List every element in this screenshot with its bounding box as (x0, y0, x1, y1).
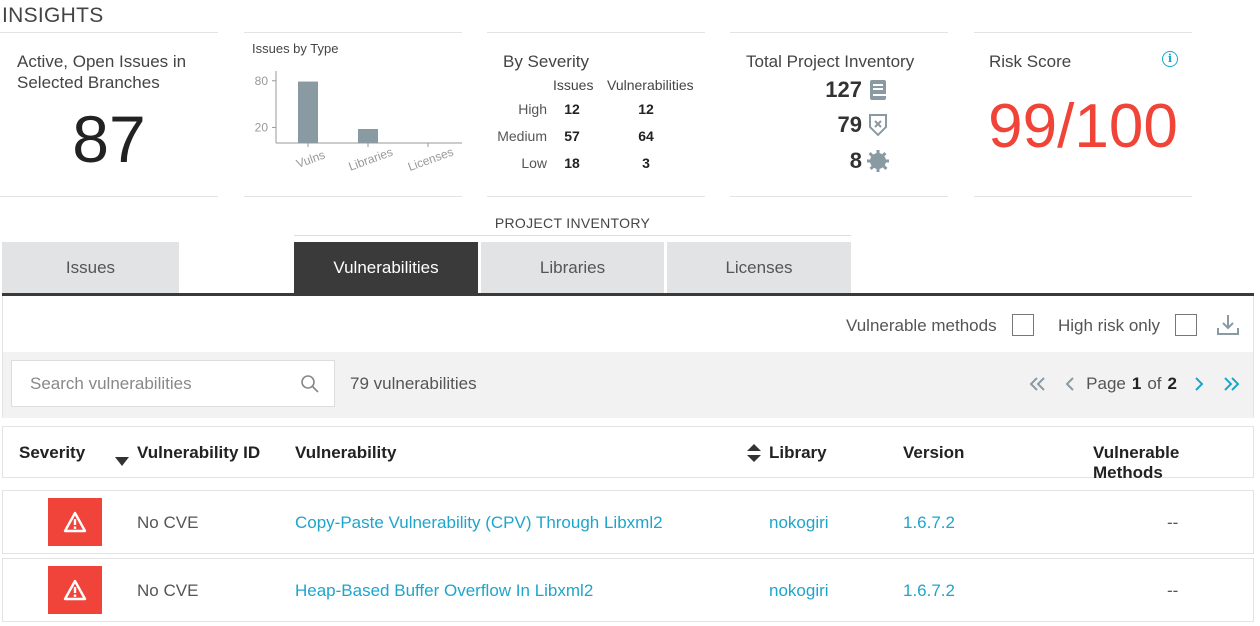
y-tick-label: 80 (255, 74, 269, 88)
high-severity-badge (48, 498, 102, 546)
chart-title: Issues by Type (252, 41, 339, 56)
bar-vulns[interactable] (298, 81, 318, 143)
inventory-title: Total Project Inventory (746, 52, 915, 71)
download-icon[interactable] (1215, 312, 1241, 338)
vulnerability-link[interactable]: Heap-Based Buffer Overflow In Libxml2 (295, 581, 593, 601)
vulnerability-id: No CVE (137, 513, 199, 532)
version-link[interactable]: 1.6.7.2 (903, 513, 955, 533)
warning-icon (63, 579, 87, 601)
severity-medium-issues: 57 (564, 128, 580, 144)
library-link[interactable]: nokogiri (769, 581, 829, 601)
insights-title: INSIGHTS (2, 4, 104, 27)
severity-medium-vulns: 64 (638, 128, 654, 144)
current-page: 1 (1131, 374, 1142, 393)
severity-label-low: Low (521, 155, 547, 171)
severity-label-high: High (518, 101, 547, 117)
last-page-icon[interactable] (1221, 374, 1241, 394)
high-risk-only-checkbox[interactable] (1175, 314, 1197, 336)
table-header: Severity Vulnerability ID Vulnerability … (2, 426, 1254, 482)
inventory-libraries-count: 127 (825, 77, 862, 102)
high-severity-badge (48, 566, 102, 614)
of-word: of (1147, 374, 1162, 393)
shield-x-icon (866, 113, 890, 137)
inventory-libraries: 127 (790, 77, 890, 103)
inventory-vulnerabilities-count: 79 (837, 112, 862, 137)
severity-high-issues: 12 (564, 101, 580, 117)
inventory-licenses-count: 8 (849, 148, 862, 173)
first-page-icon[interactable] (1028, 374, 1048, 394)
header-version[interactable]: Version (903, 443, 964, 463)
inventory-licenses: 8 (790, 148, 890, 174)
open-issues-card: Active, Open Issues in Selected Branches… (0, 32, 218, 197)
badge-gear-icon (866, 149, 890, 173)
by-severity-title: By Severity (503, 52, 589, 71)
vulnerability-id: No CVE (137, 581, 199, 600)
tab-issues[interactable]: Issues (2, 242, 179, 294)
version-link[interactable]: 1.6.7.2 (903, 581, 955, 601)
risk-score-value: 99/100 (988, 92, 1178, 161)
next-page-icon[interactable] (1189, 374, 1209, 394)
filter-row: Vulnerable methods High risk only (3, 296, 1253, 352)
warning-icon (63, 511, 87, 533)
search-row: 79 vulnerabilities Page 1 of 2 (3, 352, 1253, 418)
search-box (11, 360, 335, 407)
issues-by-type-card: Issues by Type 80 20 Vulns Libraries License… (244, 32, 462, 197)
y-tick-label: 20 (255, 120, 269, 134)
vulnerabilities-panel: Vulnerable methods High risk only 79 vul… (2, 296, 1254, 418)
inventory-vulnerabilities: 79 (790, 112, 890, 138)
high-risk-only-label: High risk only (1058, 316, 1161, 335)
header-vulnerability[interactable]: Vulnerability (295, 443, 396, 463)
tab-libraries[interactable]: Libraries (481, 242, 664, 294)
table-row[interactable]: No CVE Copy-Paste Vulnerability (CPV) Th… (2, 490, 1254, 554)
info-icon[interactable]: i (1162, 51, 1178, 67)
vulnerable-methods-value: -- (1167, 581, 1179, 600)
severity-col-issues: Issues (553, 77, 594, 93)
header-vulnerable-methods[interactable]: Vulnerable Methods (1093, 443, 1253, 483)
issues-by-type-chart: 80 20 Vulns Libraries Licenses (255, 71, 462, 174)
table-row[interactable]: No CVE Heap-Based Buffer Overflow In Lib… (2, 558, 1254, 622)
page-word: Page (1086, 374, 1126, 393)
tab-licenses[interactable]: Licenses (667, 242, 851, 294)
severity-low-issues: 18 (564, 155, 580, 171)
tab-vulnerabilities[interactable]: Vulnerabilities (294, 242, 478, 294)
severity-col-vulns: Vulnerabilities (607, 77, 694, 93)
search-input[interactable] (12, 361, 292, 406)
sort-both-icon[interactable] (747, 444, 761, 467)
open-issues-count: 87 (72, 102, 146, 176)
open-issues-title-line1: Active, Open Issues in (17, 52, 187, 71)
book-icon (866, 78, 890, 102)
x-tick-label: Licenses (406, 145, 455, 174)
by-severity-card: By Severity Issues Vulnerabilities High … (487, 32, 705, 197)
pagination: Page 1 of 2 (1022, 372, 1247, 396)
severity-low-vulns: 3 (642, 155, 650, 171)
header-library[interactable]: Library (769, 443, 827, 463)
search-icon[interactable] (300, 374, 320, 394)
severity-high-vulns: 12 (638, 101, 654, 117)
open-issues-title-line2: Selected Branches (17, 73, 160, 92)
vulnerable-methods-value: -- (1167, 513, 1179, 532)
vulnerability-link[interactable]: Copy-Paste Vulnerability (CPV) Through L… (295, 513, 663, 533)
prev-page-icon[interactable] (1060, 374, 1080, 394)
x-tick-label: Libraries (347, 145, 395, 174)
library-link[interactable]: nokogiri (769, 513, 829, 533)
header-severity[interactable]: Severity (19, 443, 85, 463)
vulnerability-count: 79 vulnerabilities (350, 374, 477, 393)
open-issues-title: Active, Open Issues in Selected Branches (17, 51, 186, 93)
project-inventory-label: PROJECT INVENTORY (494, 215, 651, 231)
bar-libraries[interactable] (358, 129, 378, 143)
risk-score-title: Risk Score (989, 52, 1072, 71)
total-pages: 2 (1167, 374, 1177, 393)
header-vulnerability-id[interactable]: Vulnerability ID (137, 443, 260, 463)
risk-score-card: Risk Score i 99/100 (974, 32, 1192, 197)
vulnerable-methods-label: Vulnerable methods (846, 316, 997, 335)
x-tick-label: Vulns (294, 148, 327, 171)
total-inventory-card: Total Project Inventory 127 79 8 (730, 32, 948, 197)
sort-desc-icon[interactable] (115, 451, 129, 471)
severity-label-medium: Medium (497, 128, 547, 144)
project-inventory-divider (294, 235, 851, 236)
vulnerable-methods-checkbox[interactable] (1012, 314, 1034, 336)
